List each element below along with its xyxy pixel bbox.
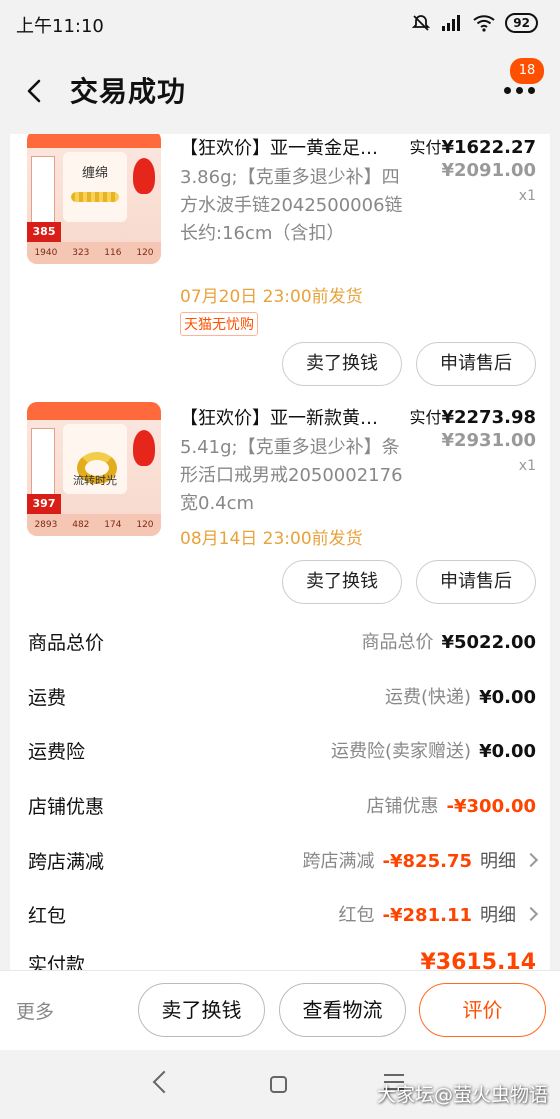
back-arrow-icon[interactable]: [20, 76, 50, 106]
product-thumbnail[interactable]: 缠绵 385 1940 323 116 120: [27, 134, 161, 264]
cross-store-discount-row[interactable]: 跨店满减 跨店满减 -¥825.75 明细: [10, 841, 550, 881]
service-tag: 天猫无忧购: [180, 312, 258, 336]
shipping-insurance-row: 运费险 运费险(卖家赠送) ¥0.00: [28, 741, 536, 763]
after-sale-button[interactable]: 申请售后: [416, 342, 536, 386]
system-nav-bar: 大家坛@萤火虫物语: [0, 1050, 560, 1119]
view-logistics-button[interactable]: 查看物流: [279, 983, 406, 1037]
detail-link[interactable]: 明细: [480, 901, 516, 927]
order-card: 缠绵 385 1940 323 116 120 【狂欢价】亚一黄金足… 3.86g;【…: [10, 134, 550, 970]
nav-home-icon[interactable]: [270, 1076, 287, 1093]
message-count-badge: 18: [510, 58, 544, 84]
bottom-action-bar: 更多 卖了换钱 查看物流 评价: [0, 970, 560, 1050]
status-icons: 92: [411, 13, 538, 33]
status-bar: 上午11:10 92: [0, 0, 560, 48]
sell-button[interactable]: 卖了换钱: [282, 342, 402, 386]
ship-deadline: 08月14日 23:00前发货: [180, 529, 363, 549]
product-title[interactable]: 【狂欢价】亚一新款黄…: [180, 404, 408, 430]
quantity: x1: [518, 458, 536, 474]
actual-pay: 实付¥2273.98: [409, 407, 536, 428]
header: 交易成功 18: [0, 48, 560, 134]
product-spec: 5.41g;【克重多退少补】条形活口戒男戒2050002176宽0.4cm: [180, 437, 403, 514]
sell-button[interactable]: 卖了换钱: [138, 983, 265, 1037]
flame-icon: [133, 430, 155, 466]
shop-discount-row: 店铺优惠 店铺优惠 -¥300.00: [28, 796, 536, 818]
chevron-right-icon: [523, 852, 539, 868]
battery-icon: 92: [505, 13, 538, 33]
sell-button[interactable]: 卖了换钱: [282, 560, 402, 604]
red-packet-row[interactable]: 红包 红包 -¥281.11 明细: [10, 895, 550, 935]
signal-icon: [442, 15, 461, 31]
detail-link[interactable]: 明细: [480, 847, 516, 873]
original-price: ¥2091.00: [441, 160, 536, 181]
product-thumbnail[interactable]: 流转时光 397 2893 482 174 120: [27, 402, 161, 536]
watermark: 大家坛@萤火虫物语: [376, 1084, 548, 1106]
goods-total-row: 商品总价 商品总价 ¥5022.00: [28, 632, 536, 654]
paid-total-row: 实付款 ¥3615.14: [28, 950, 536, 970]
after-sale-button[interactable]: 申请售后: [416, 560, 536, 604]
actual-pay: 实付¥1622.27: [409, 137, 536, 158]
shipping-row: 运费 运费(快递) ¥0.00: [28, 687, 536, 709]
ship-deadline: 07月20日 23:00前发货: [180, 287, 363, 307]
wifi-icon: [473, 15, 495, 32]
more-dots-icon: [504, 87, 535, 94]
more-button[interactable]: 更多: [16, 997, 54, 1024]
product-title[interactable]: 【狂欢价】亚一黄金足…: [180, 134, 408, 160]
flame-icon: [133, 158, 155, 194]
status-time: 上午11:10: [16, 16, 104, 37]
chevron-right-icon: [523, 906, 539, 922]
order-item[interactable]: 流转时光 397 2893 482 174 120 【狂欢价】亚一新款黄… 5.41g…: [10, 396, 550, 614]
mute-bell-icon: [412, 15, 431, 31]
page-title: 交易成功: [70, 75, 187, 108]
quantity: x1: [518, 188, 536, 204]
bracelet-image: [71, 192, 119, 202]
order-item[interactable]: 缠绵 385 1940 323 116 120 【狂欢价】亚一黄金足… 3.86g;【…: [10, 134, 550, 396]
original-price: ¥2931.00: [441, 430, 536, 451]
review-button[interactable]: 评价: [419, 983, 546, 1037]
nav-back-icon[interactable]: [152, 1070, 176, 1094]
product-spec: 3.86g;【克重多退少补】四方水波手链2042500006链长约:16cm（含…: [180, 167, 403, 244]
